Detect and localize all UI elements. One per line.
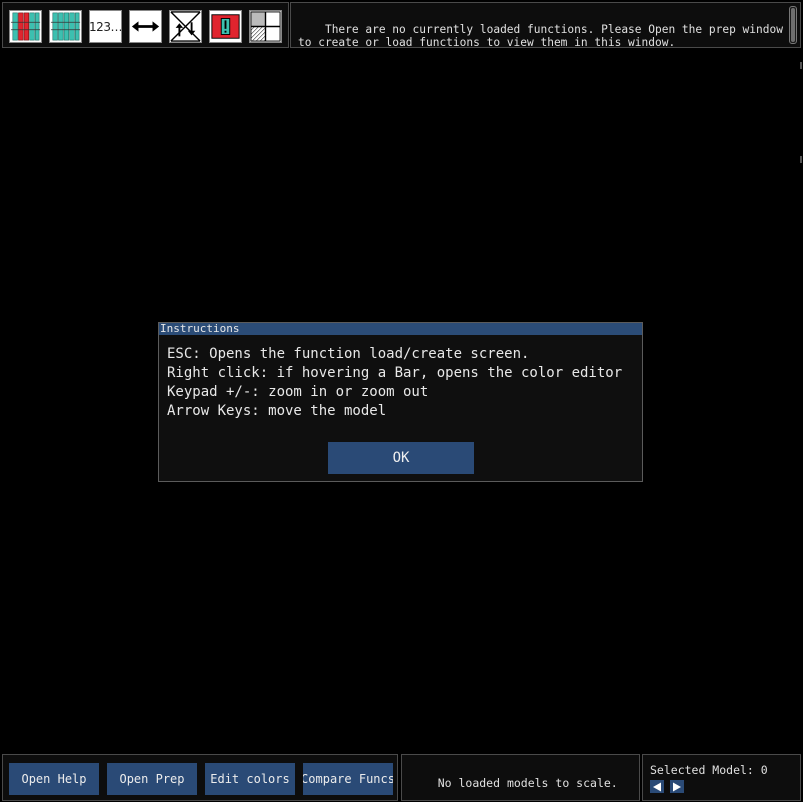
selected-model-label: Selected Model: 0 bbox=[650, 763, 768, 777]
alert-red-icon bbox=[210, 11, 241, 42]
swap-vertical-tool-button[interactable] bbox=[169, 10, 202, 43]
edit-colors-button[interactable]: Edit colors bbox=[205, 763, 295, 795]
bottom-bar: Open Help Open Prep Edit colors Compare … bbox=[0, 753, 803, 802]
double-arrow-horizontal-icon bbox=[130, 11, 161, 42]
model-selector-panel: Selected Model: 0 bbox=[642, 754, 801, 801]
edge-marker bbox=[800, 156, 802, 163]
message-scrollbar[interactable] bbox=[789, 6, 797, 44]
next-model-button[interactable] bbox=[670, 780, 684, 793]
bars-red-tool-button[interactable] bbox=[9, 10, 42, 43]
compare-funcs-button[interactable]: Compare Funcs bbox=[303, 763, 393, 795]
previous-model-button[interactable] bbox=[650, 780, 664, 793]
bars-teal-icon bbox=[50, 11, 81, 42]
numbers-tool-button[interactable]: 123… bbox=[89, 10, 122, 43]
edge-marker bbox=[800, 62, 802, 69]
instruction-line: Right click: if hovering a Bar, opens th… bbox=[167, 365, 623, 381]
message-text: There are no currently loaded functions.… bbox=[298, 23, 783, 49]
open-prep-button[interactable]: Open Prep bbox=[107, 763, 197, 795]
message-panel: There are no currently loaded functions.… bbox=[290, 2, 801, 49]
dialog-title: Instructions bbox=[159, 323, 642, 335]
bars-teal-tool-button[interactable] bbox=[49, 10, 82, 43]
action-buttons-panel: Open Help Open Prep Edit colors Compare … bbox=[2, 754, 398, 801]
top-bar: 123… There are no currently loaded funct… bbox=[0, 0, 803, 50]
arrow-right-icon bbox=[673, 782, 681, 791]
instruction-line: ESC: Opens the function load/create scre… bbox=[167, 346, 530, 362]
numbers-icon: 123… bbox=[89, 19, 122, 34]
swap-vertical-icon bbox=[170, 11, 201, 42]
instructions-dialog: Instructions ESC: Opens the function loa… bbox=[158, 322, 643, 482]
ok-button[interactable]: OK bbox=[328, 442, 474, 474]
scale-status-panel: No loaded models to scale. bbox=[401, 754, 640, 801]
dialog-body: ESC: Opens the function load/create scre… bbox=[159, 335, 642, 421]
arrow-left-icon bbox=[653, 782, 661, 791]
grid-quadrant-tool-button[interactable] bbox=[249, 10, 282, 43]
instruction-line: Arrow Keys: move the model bbox=[167, 403, 387, 419]
double-arrow-tool-button[interactable] bbox=[129, 10, 162, 43]
scale-status-text: No loaded models to scale. bbox=[437, 776, 618, 790]
toolbar: 123… bbox=[2, 2, 289, 48]
message-scrollbar-thumb[interactable] bbox=[791, 8, 795, 42]
grid-quadrant-icon bbox=[250, 11, 281, 42]
bars-red-icon bbox=[10, 11, 41, 42]
instruction-line: Keypad +/-: zoom in or zoom out bbox=[167, 384, 429, 400]
open-help-button[interactable]: Open Help bbox=[9, 763, 99, 795]
alert-tool-button[interactable] bbox=[209, 10, 242, 43]
